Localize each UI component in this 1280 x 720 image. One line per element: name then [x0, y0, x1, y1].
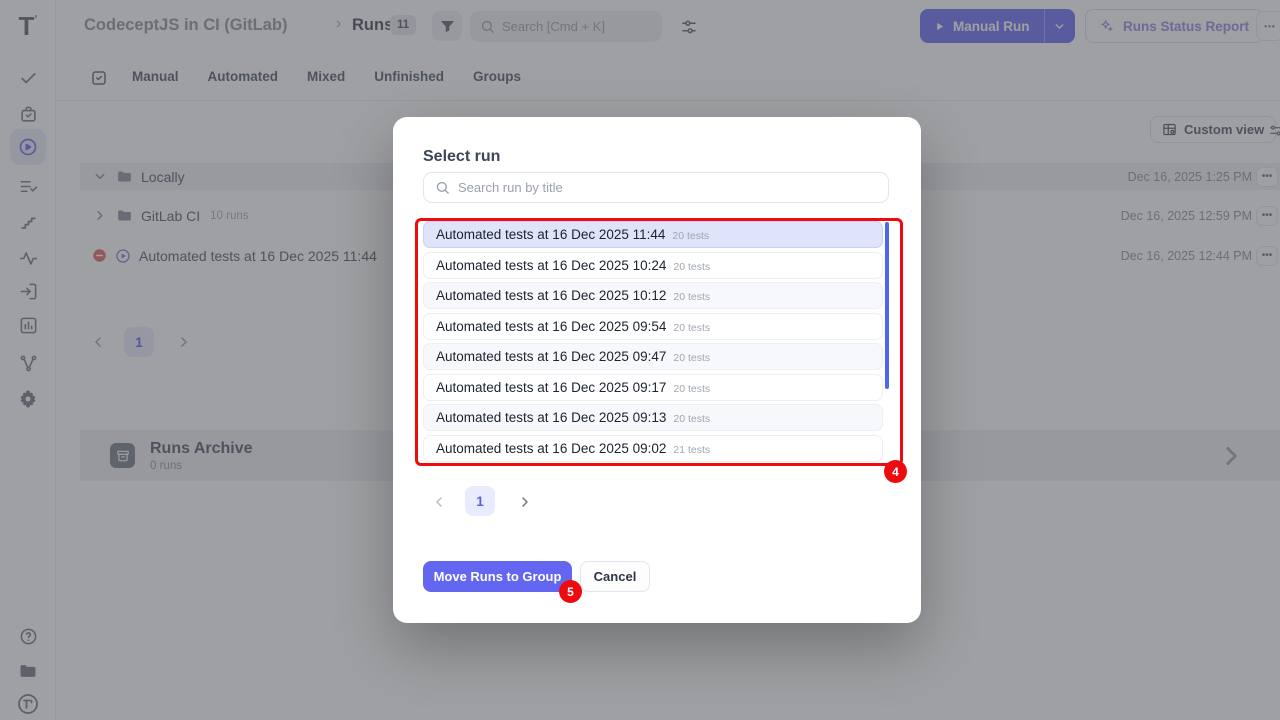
run-search-input[interactable]: [458, 180, 838, 195]
run-option[interactable]: Automated tests at 16 Dec 2025 11:44 20 …: [423, 221, 883, 248]
run-option-title: Automated tests at 16 Dec 2025 09:02: [436, 441, 666, 456]
run-option-test-count: 21 tests: [673, 444, 710, 456]
run-option-test-count: 20 tests: [673, 322, 710, 334]
cancel-button[interactable]: Cancel: [580, 561, 650, 592]
run-option-title: Automated tests at 16 Dec 2025 10:12: [436, 288, 666, 303]
list-scrollbar-thumb[interactable]: [885, 222, 889, 389]
run-option[interactable]: Automated tests at 16 Dec 2025 10:12 20 …: [423, 282, 883, 309]
run-option-title: Automated tests at 16 Dec 2025 09:13: [436, 410, 666, 425]
modal-page-prev-button[interactable]: [431, 494, 447, 510]
modal-page-next-button[interactable]: [517, 494, 533, 510]
run-option[interactable]: Automated tests at 16 Dec 2025 10:24 20 …: [423, 252, 883, 279]
run-option-test-count: 20 tests: [673, 261, 710, 273]
run-option[interactable]: Automated tests at 16 Dec 2025 09:17 20 …: [423, 374, 883, 401]
run-option-test-count: 20 tests: [672, 230, 709, 242]
run-option[interactable]: Automated tests at 16 Dec 2025 09:13 20 …: [423, 404, 883, 431]
run-option-test-count: 20 tests: [673, 291, 710, 303]
run-list: Automated tests at 16 Dec 2025 11:44 20 …: [423, 221, 883, 465]
modal-page-number-button[interactable]: 1: [465, 486, 495, 516]
run-option-title: Automated tests at 16 Dec 2025 09:17: [436, 380, 666, 395]
run-search[interactable]: [423, 172, 889, 203]
run-option-title: Automated tests at 16 Dec 2025 09:54: [436, 319, 666, 334]
run-option-title: Automated tests at 16 Dec 2025 09:47: [436, 349, 666, 364]
run-option-test-count: 20 tests: [673, 352, 710, 364]
modal-title: Select run: [423, 148, 500, 166]
search-icon: [435, 180, 450, 195]
run-option[interactable]: Automated tests at 16 Dec 2025 09:47 20 …: [423, 343, 883, 370]
run-option-test-count: 20 tests: [673, 413, 710, 425]
run-option[interactable]: Automated tests at 16 Dec 2025 09:02 21 …: [423, 435, 883, 462]
run-option-title: Automated tests at 16 Dec 2025 11:44: [436, 227, 665, 242]
run-option-test-count: 20 tests: [673, 383, 710, 395]
run-option-title: Automated tests at 16 Dec 2025 10:24: [436, 258, 666, 273]
select-run-modal: Select run Automated tests at 16 Dec 202…: [393, 117, 921, 623]
move-runs-to-group-button[interactable]: Move Runs to Group: [423, 561, 572, 592]
run-option[interactable]: Automated tests at 16 Dec 2025 09:54 20 …: [423, 313, 883, 340]
